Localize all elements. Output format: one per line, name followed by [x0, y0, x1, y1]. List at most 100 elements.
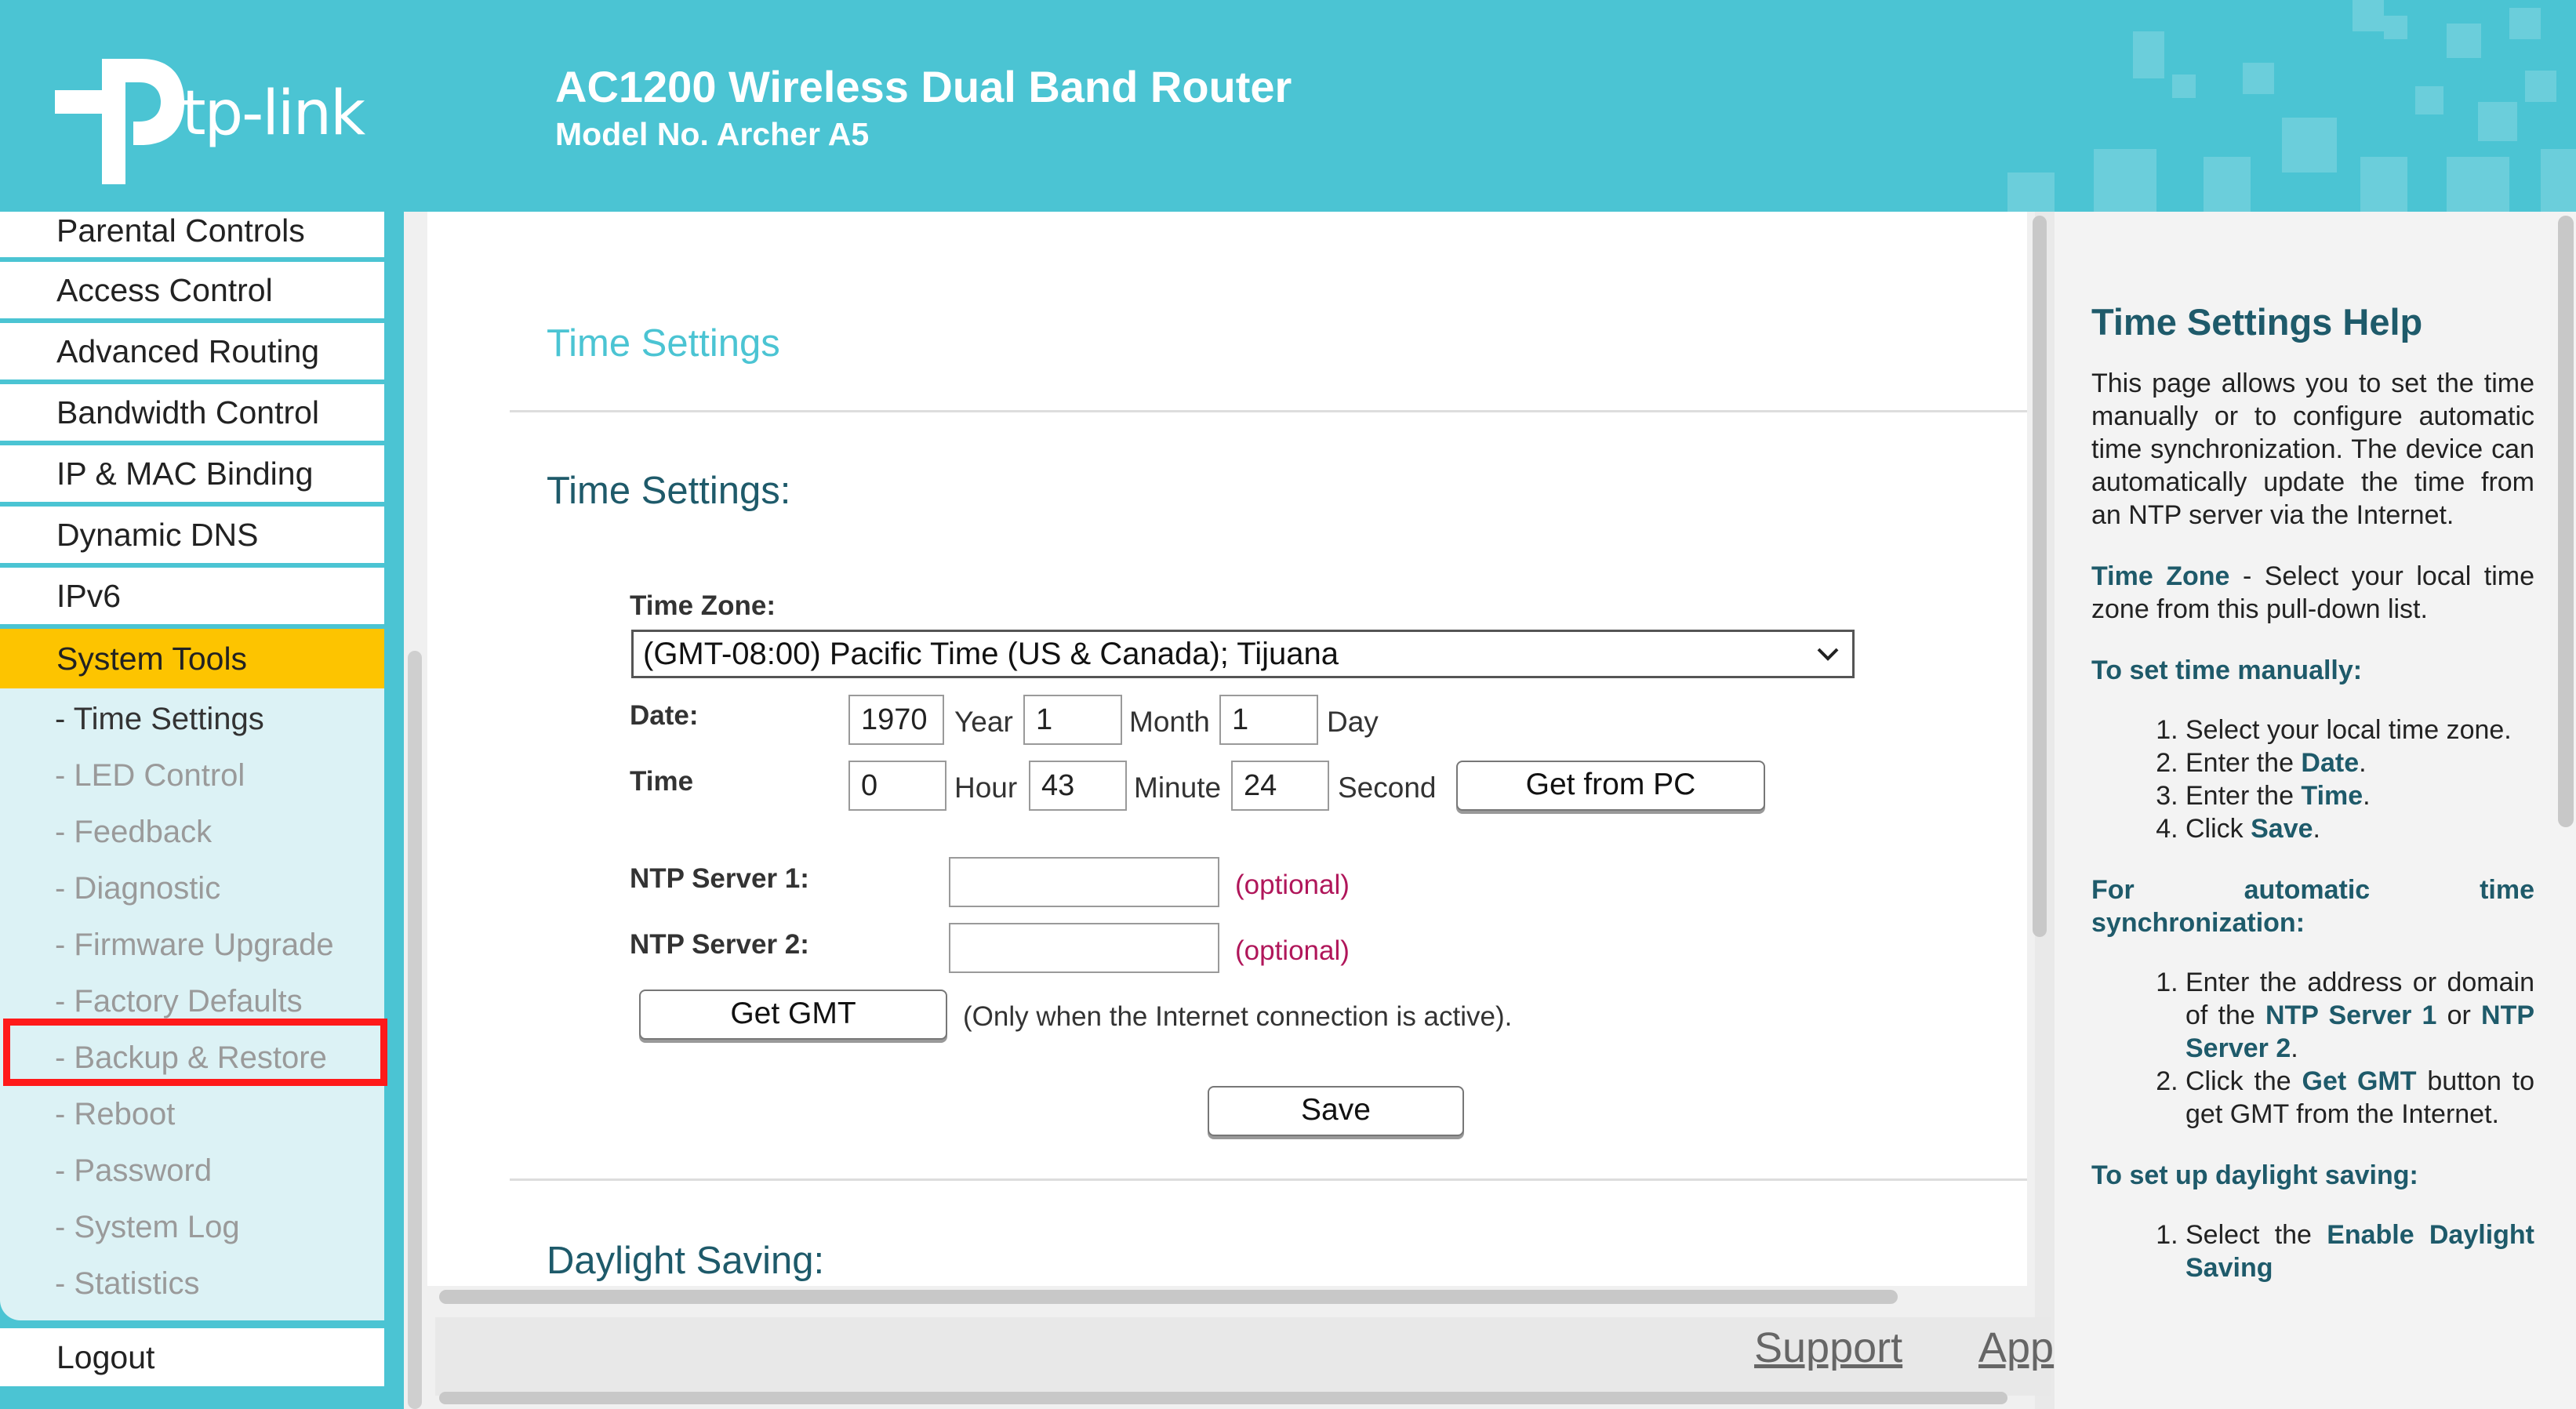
day-input[interactable]: 1 [1219, 695, 1318, 745]
help-content: Time Settings Help This page allows you … [2091, 301, 2534, 1313]
help-time-zone: Time Zone - Select your local time zone … [2091, 560, 2534, 626]
help-manual-heading: To set time manually: [2091, 655, 2363, 685]
ntp-server-1-label: NTP Server 1: [630, 863, 809, 894]
year-unit: Year [954, 706, 1013, 738]
help-manual-step-2: Enter the Date. [2185, 746, 2534, 779]
content-horizontal-scrollbar[interactable] [439, 1290, 1898, 1304]
sidebar: Parental Controls Access Control Advance… [0, 212, 404, 1409]
help-tz-term: Time Zone [2091, 561, 2230, 591]
help-manual-steps: Select your local time zone. Enter the D… [2091, 714, 2534, 845]
system-tools-submenu: - Time Settings - LED Control - Feedback… [0, 688, 384, 1320]
submenu-item-led-control[interactable]: - LED Control [0, 748, 384, 804]
help-panel: Time Settings Help This page allows you … [2055, 212, 2576, 1409]
submenu-item-reboot[interactable]: - Reboot [0, 1087, 384, 1143]
header-decorative-pattern [2007, 0, 2576, 212]
help-auto-step-1: Enter the address or domain of the NTP S… [2185, 966, 2534, 1065]
submenu-item-statistics[interactable]: - Statistics [0, 1256, 384, 1313]
help-period: . [2313, 814, 2320, 844]
help-auto-steps: Enter the address or domain of the NTP S… [2091, 966, 2534, 1131]
page-title: Time Settings [547, 322, 780, 365]
get-gmt-note: (Only when the Internet connection is ac… [963, 1001, 1513, 1032]
time-zone-label: Time Zone: [630, 590, 776, 621]
sidebar-item-access-control[interactable]: Access Control [0, 262, 384, 323]
sidebar-scrollbar[interactable] [408, 651, 422, 1409]
help-auto-step-2-kw: Get GMT [2302, 1066, 2417, 1096]
submenu-item-firmware-upgrade[interactable]: - Firmware Upgrade [0, 917, 384, 974]
ntp-server-2-input[interactable] [949, 923, 1219, 973]
sidebar-item-ipv6[interactable]: IPv6 [0, 568, 384, 629]
sidebar-item-system-tools[interactable]: System Tools [0, 629, 384, 688]
help-auto-step-1-kw1: NTP Server 1 [2265, 1000, 2437, 1030]
help-manual-step-3: Enter the Time. [2185, 779, 2534, 812]
help-auto-step-1-mid: or [2436, 1000, 2482, 1030]
help-daylight-heading: To set up daylight saving: [2091, 1160, 2418, 1190]
help-manual-step-4-text: Click [2185, 814, 2251, 844]
help-manual-step-3-kw: Time [2301, 781, 2363, 811]
help-vertical-scrollbar[interactable] [2558, 216, 2574, 827]
date-label: Date: [630, 700, 699, 731]
help-manual-step-2-text: Enter the [2185, 748, 2302, 778]
second-input[interactable]: 24 [1231, 761, 1329, 811]
help-intro: This page allows you to set the time man… [2091, 369, 2534, 530]
brand-text: tp-link [182, 78, 365, 149]
minute-unit: Minute [1134, 772, 1222, 804]
help-period: . [2363, 781, 2371, 811]
help-period: . [2359, 748, 2367, 778]
hour-unit: Hour [954, 772, 1018, 804]
ntp-server-1-optional-note: (optional) [1235, 870, 1350, 900]
chevron-down-icon [1817, 648, 1839, 661]
submenu-item-diagnostic[interactable]: - Diagnostic [0, 861, 384, 917]
sidebar-item-bandwidth-control[interactable]: Bandwidth Control [0, 384, 384, 445]
app-link[interactable]: App [1978, 1324, 2054, 1372]
ntp-server-2-optional-note: (optional) [1235, 935, 1350, 966]
help-title: Time Settings Help [2091, 301, 2423, 343]
help-manual-step-4-kw: Save [2251, 814, 2313, 844]
hour-input[interactable]: 0 [848, 761, 946, 811]
sidebar-item-advanced-routing[interactable]: Advanced Routing [0, 323, 384, 384]
content-vertical-scrollbar[interactable] [2033, 216, 2047, 937]
time-label: Time [630, 766, 694, 797]
help-daylight-step-1-text: Select the [2185, 1220, 2327, 1250]
sidebar-item-ip-mac-binding[interactable]: IP & MAC Binding [0, 445, 384, 507]
logout-button[interactable]: Logout [0, 1328, 384, 1386]
second-unit: Second [1338, 772, 1437, 804]
support-link[interactable]: Support [1754, 1324, 1902, 1372]
help-auto-step-2-text: Click the [2185, 1066, 2302, 1096]
help-manual-step-2-kw: Date [2301, 748, 2360, 778]
help-daylight-steps: Select the Enable Daylight Saving [2091, 1218, 2534, 1284]
divider [510, 1178, 2027, 1181]
submenu-item-feedback[interactable]: - Feedback [0, 804, 384, 861]
help-period: . [2291, 1033, 2298, 1063]
submenu-item-backup-restore[interactable]: - Backup & Restore [0, 1030, 384, 1087]
help-manual-step-3-text: Enter the [2185, 781, 2302, 811]
save-button[interactable]: Save [1208, 1086, 1464, 1136]
submenu-item-password[interactable]: - Password [0, 1143, 384, 1200]
month-input[interactable]: 1 [1023, 695, 1122, 745]
section-title-daylight-saving: Daylight Saving: [547, 1240, 825, 1282]
submenu-item-system-log[interactable]: - System Log [0, 1200, 384, 1256]
time-zone-selected-value: (GMT-08:00) Pacific Time (US & Canada); … [643, 637, 1339, 671]
help-manual-step-4: Click Save. [2185, 812, 2534, 845]
sidebar-item-dynamic-dns[interactable]: Dynamic DNS [0, 507, 384, 568]
time-zone-select[interactable]: (GMT-08:00) Pacific Time (US & Canada); … [631, 630, 1855, 678]
help-auto-heading: For automatic time synchronization: [2091, 875, 2534, 938]
year-input[interactable]: 1970 [848, 695, 944, 745]
month-unit: Month [1129, 706, 1210, 738]
footer-horizontal-scrollbar[interactable] [439, 1392, 2007, 1404]
router-title: AC1200 Wireless Dual Band Router [555, 62, 1292, 111]
minute-input[interactable]: 43 [1029, 761, 1127, 811]
ntp-server-1-input[interactable] [949, 857, 1219, 907]
help-manual-step-1: Select your local time zone. [2185, 714, 2534, 746]
section-title-time-settings: Time Settings: [547, 470, 791, 512]
get-from-pc-button[interactable]: Get from PC [1456, 761, 1765, 811]
sidebar-item-parental-controls[interactable]: Parental Controls [0, 212, 384, 262]
header-banner: tp-link AC1200 Wireless Dual Band Router… [0, 0, 2576, 212]
ntp-server-2-label: NTP Server 2: [630, 929, 809, 960]
help-daylight-step-1: Select the Enable Daylight Saving [2185, 1218, 2534, 1284]
day-unit: Day [1327, 706, 1379, 738]
submenu-item-factory-defaults[interactable]: - Factory Defaults [0, 974, 384, 1030]
help-auto-step-2: Click the Get GMT button to get GMT from… [2185, 1065, 2534, 1131]
get-gmt-button[interactable]: Get GMT [639, 990, 947, 1040]
divider [510, 410, 2027, 412]
submenu-item-time-settings[interactable]: - Time Settings [0, 692, 384, 748]
